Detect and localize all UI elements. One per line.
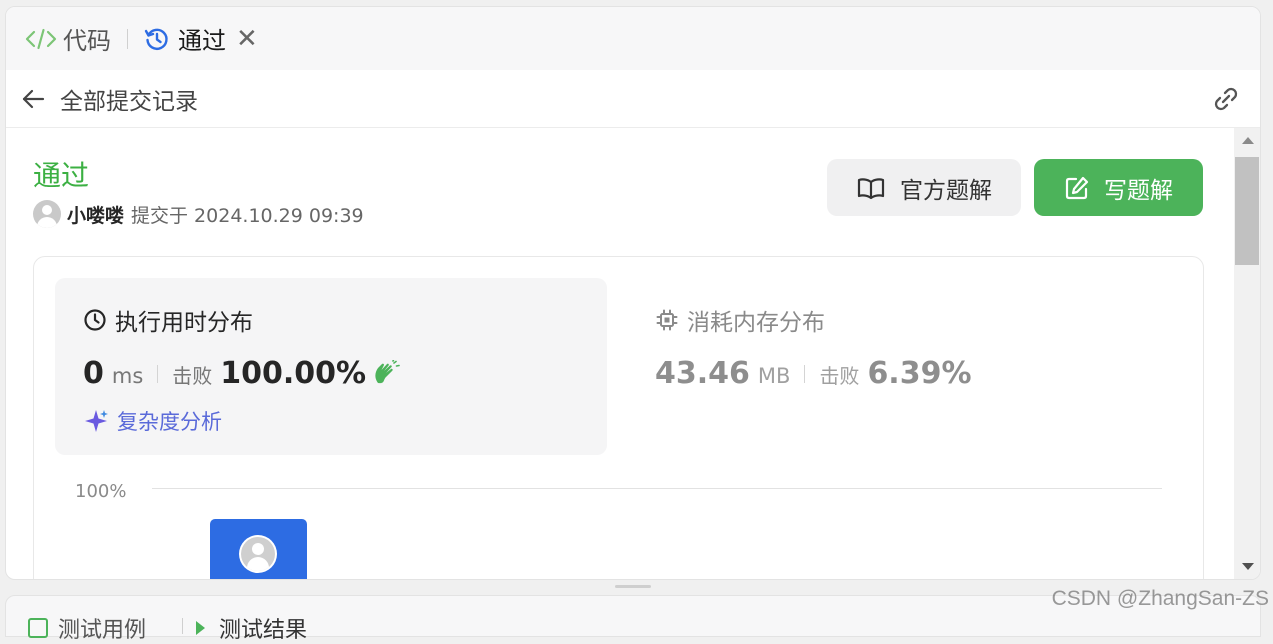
submission-subheader: 全部提交记录 [6,70,1260,128]
distribution-bar[interactable] [210,519,307,579]
clap-icon [375,359,400,383]
scroll-down-arrow-icon[interactable] [1242,563,1254,570]
history-icon [144,28,168,50]
tab-divider [127,28,128,49]
avatar [239,535,277,573]
submission-detail: 通过 小喽喽 提交于 2024.10.29 09:39 官方题解 写题解 执行用… [6,128,1234,579]
tab-test-result[interactable]: 测试结果 [196,612,307,644]
user-name[interactable]: 小喽喽 [67,201,124,228]
scroll-thumb[interactable] [1235,157,1259,265]
submitter-info: 小喽喽 提交于 2024.10.29 09:39 [33,200,364,228]
panel-resize-handle[interactable] [615,585,651,588]
metric-divider [804,364,806,383]
terminal-chevron-icon [196,621,205,635]
runtime-panel[interactable]: 执行用时分布 0 ms 击败 100.00% 复杂度分析 [55,278,607,455]
memory-value: 43.46 [655,356,750,391]
runtime-title-text: 执行用时分布 [115,310,253,336]
all-submissions-link[interactable]: 全部提交记录 [60,82,198,116]
tab-divider [182,618,183,634]
official-solution-label: 官方题解 [900,177,992,204]
sparkle-icon [85,410,108,432]
clock-icon [84,309,106,331]
memory-beat-label: 击败 [819,364,860,388]
runtime-beat-label: 击败 [172,364,213,388]
scroll-up-arrow-icon[interactable] [1242,137,1254,144]
runtime-value: 0 [83,356,104,391]
runtime-distribution-chart: 100% [34,472,1203,579]
memory-title: 消耗内存分布 [655,303,825,337]
runtime-beat: 100.00% [220,356,367,391]
complexity-analysis-link[interactable]: 复杂度分析 [83,406,222,436]
link-icon[interactable] [1210,84,1242,118]
checkbox-icon [28,618,48,638]
close-icon[interactable]: ✕ [236,26,258,52]
memory-panel[interactable]: 消耗内存分布 43.46 MB 击败 6.39% [635,278,1175,455]
tab-result-label: 通过 [178,27,226,55]
tab-result[interactable]: 通过 ✕ [144,19,258,59]
edit-icon [1065,176,1089,199]
runtime-unit: ms [111,364,144,388]
memory-unit: MB [757,364,791,388]
tab-code[interactable]: 代码 [25,19,111,59]
submission-status: 通过 [33,159,90,192]
submission-panel: 代码 通过 ✕ 全部提交记录 通过 小喽喽 提交于 2024.10.29 09:… [5,6,1261,580]
watermark: CSDN @ZhangSan-ZS [1051,587,1269,610]
performance-card: 执行用时分布 0 ms 击败 100.00% 复杂度分析 消耗内存分布 43.4… [33,256,1204,579]
back-arrow-icon[interactable] [20,86,46,112]
runtime-metrics: 0 ms 击败 100.00% [83,356,400,391]
write-solution-button[interactable]: 写题解 [1034,159,1203,216]
tab-test-result-label: 测试结果 [219,618,308,643]
write-solution-label: 写题解 [1104,177,1173,204]
chip-icon [656,309,678,331]
complexity-analysis-label: 复杂度分析 [117,410,222,434]
grid-line [152,488,1162,489]
avatar[interactable] [33,200,61,228]
memory-metrics: 43.46 MB 击败 6.39% [655,356,972,391]
memory-title-text: 消耗内存分布 [687,310,825,336]
vertical-scrollbar[interactable] [1234,128,1260,579]
book-icon [857,177,885,199]
tab-code-label: 代码 [63,27,111,55]
memory-beat: 6.39% [867,356,972,391]
official-solution-button[interactable]: 官方题解 [827,159,1021,216]
tab-testcase-label: 测试用例 [58,618,147,643]
metric-divider [157,364,159,383]
tab-testcase[interactable]: 测试用例 [28,612,146,644]
y-axis-tick: 100% [75,481,127,502]
runtime-title: 执行用时分布 [83,303,253,337]
tab-bar: 代码 通过 ✕ [6,7,1260,70]
submit-time: 提交于 2024.10.29 09:39 [131,204,364,227]
code-icon [25,28,57,49]
